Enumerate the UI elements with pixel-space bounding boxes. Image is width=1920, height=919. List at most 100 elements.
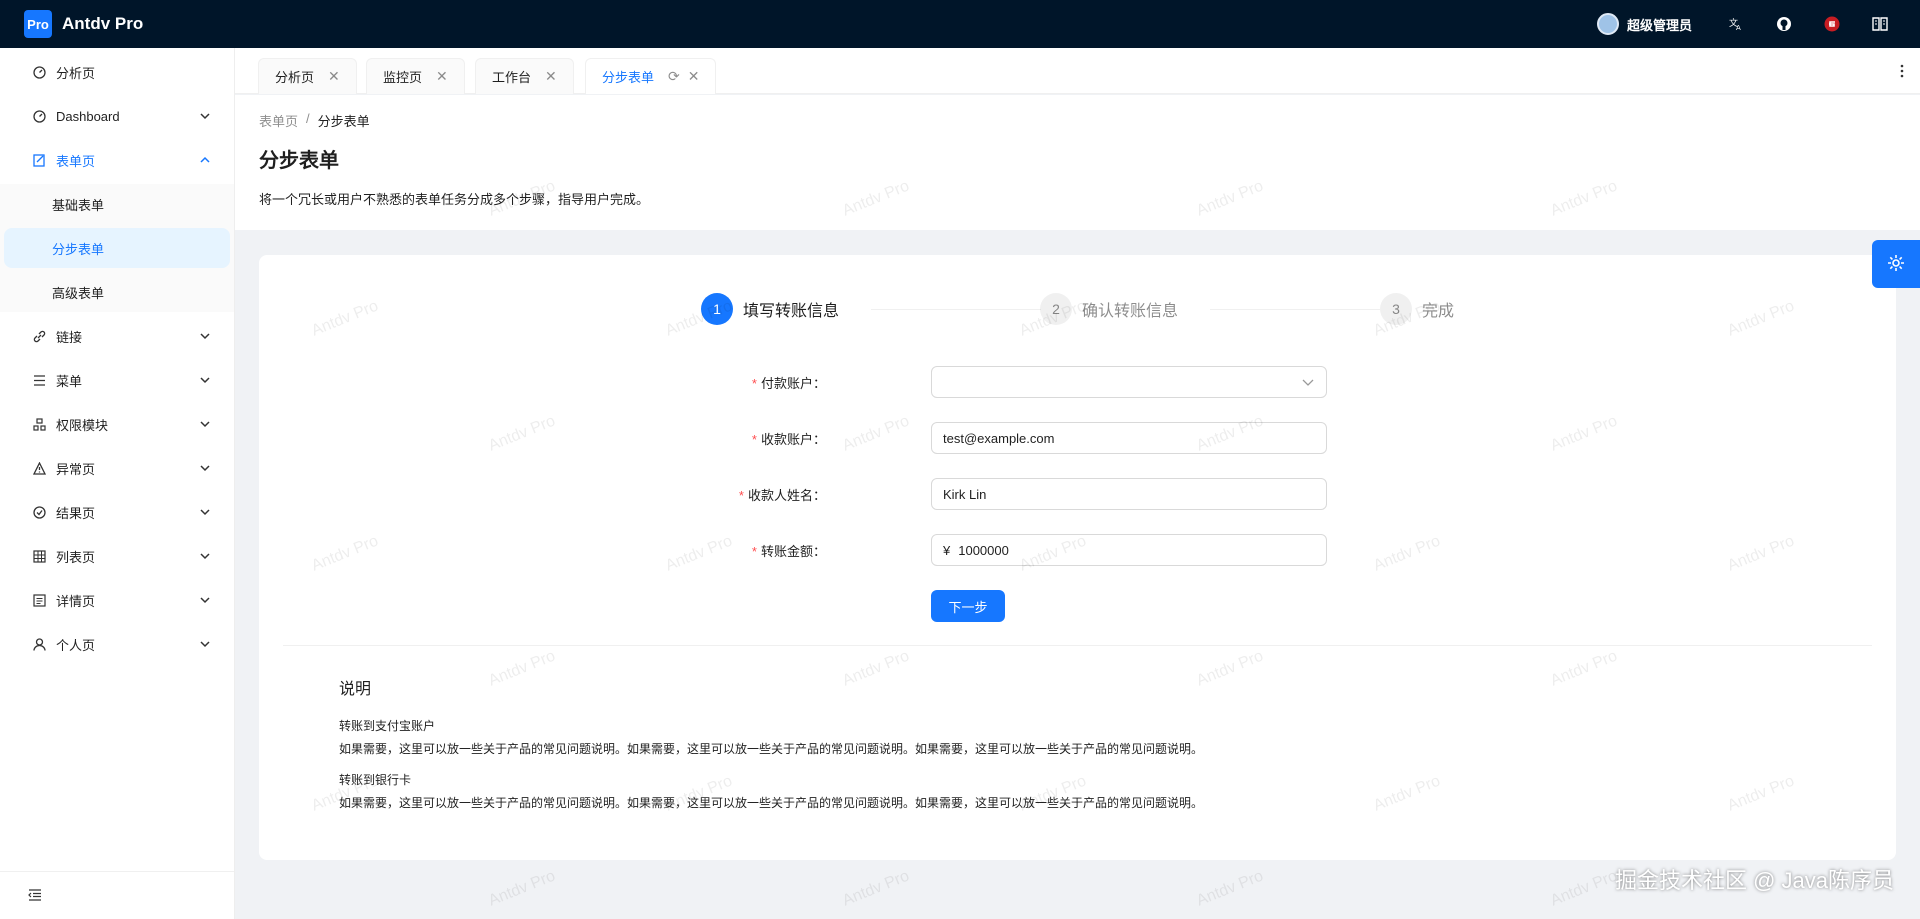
explanation-title: 说明 — [339, 681, 372, 698]
step-title: 填写转账信息 — [743, 303, 840, 320]
setting-drawer-button[interactable] — [1872, 240, 1920, 288]
sidebar-item-result[interactable]: 结果页 — [4, 492, 230, 532]
page-title: 分步表单 — [259, 150, 339, 172]
app-title: Antdv Pro — [62, 14, 144, 33]
chevron-down-icon — [200, 549, 210, 564]
amount-label: * 转账金额： — [751, 544, 826, 559]
close-icon[interactable]: ✕ — [545, 68, 557, 85]
book-icon[interactable] — [1856, 0, 1904, 48]
user-menu[interactable]: 超级管理员 — [1596, 13, 1692, 35]
table-icon — [32, 549, 46, 563]
reload-icon[interactable]: ⟳ — [668, 68, 680, 85]
close-icon[interactable]: ✕ — [328, 68, 340, 85]
brand[interactable]: Pro Antdv Pro — [24, 10, 143, 38]
form-row-pay-account: * 付款账户： — [259, 366, 1896, 398]
step-title: 完成 — [1422, 303, 1455, 320]
sidebar-item-label: 表单页 — [56, 153, 96, 169]
link-icon — [32, 329, 46, 343]
sidebar-subitem-step-form[interactable]: 分步表单 — [4, 228, 230, 268]
user-name: 超级管理员 — [1626, 17, 1692, 33]
divider — [283, 645, 1872, 646]
breadcrumb: 表单页 / 分步表单 — [259, 111, 1896, 130]
form-row-receiver-name: * 收款人姓名： Kirk Lin — [259, 478, 1896, 510]
chevron-down-icon — [200, 329, 210, 344]
page-description: 将一个冗长或用户不熟悉的表单任务分成多个步骤，指导用户完成。 — [259, 192, 650, 207]
tab-step-form[interactable]: 分步表单 ⟳ ✕ — [585, 58, 717, 94]
form-submenu: 基础表单 分步表单 高级表单 — [0, 184, 234, 312]
explanation-heading: 转账到银行卡 — [339, 773, 412, 787]
sidebar-item-dashboard[interactable]: Dashboard — [4, 96, 230, 136]
steps: 1 填写转账信息 2 确认转账信息 3 完成 — [701, 293, 1471, 327]
input-value: test@example.com — [943, 430, 1055, 446]
amount-input[interactable]: ¥ 1000000 — [931, 534, 1327, 566]
step-1: 1 填写转账信息 — [701, 293, 839, 325]
sidebar-item-label: Dashboard — [56, 108, 120, 124]
next-step-button[interactable]: 下一步 — [931, 590, 1005, 622]
sidebar-item-label: 列表页 — [56, 549, 96, 565]
footer-watermark: 掘金技术社区 @ Java陈序员 — [1614, 868, 1894, 893]
form-row-amount: * 转账金额： ¥ 1000000 — [259, 534, 1896, 566]
form-row-receive-account: * 收款账户： test@example.com — [259, 422, 1896, 454]
chevron-down-icon — [1302, 376, 1314, 391]
chevron-up-icon — [200, 153, 210, 168]
chevron-down-icon — [200, 417, 210, 432]
step-number: 3 — [1380, 293, 1412, 325]
step-3: 3 完成 — [1380, 293, 1454, 325]
sidebar-item-menu[interactable]: 菜单 — [4, 360, 230, 400]
chevron-down-icon — [200, 461, 210, 476]
sidebar: 分析页 Dashboard 表单页 基础表单 分步表单 高级表单 链接 菜单 权… — [0, 48, 235, 919]
pay-account-select[interactable] — [931, 366, 1327, 398]
collapse-sidebar-button[interactable] — [0, 871, 234, 919]
watermark-text: Antdv Pro — [486, 867, 558, 910]
more-vertical-icon[interactable] — [1900, 64, 1904, 81]
explanation: 说明 转账到支付宝账户 如果需要，这里可以放一些关于产品的常见问题说明。如果需要… — [339, 675, 1203, 825]
close-icon[interactable]: ✕ — [436, 68, 448, 85]
watermark-text: Antdv Pro — [840, 867, 912, 910]
explanation-text: 如果需要，这里可以放一些关于产品的常见问题说明。如果需要，这里可以放一些关于产品… — [339, 796, 1204, 810]
receive-account-label: * 收款账户： — [751, 432, 826, 447]
app-logo: Pro — [24, 10, 52, 38]
step-2: 2 确认转账信息 — [1040, 293, 1178, 325]
step-number: 1 — [701, 293, 733, 325]
receive-account-input[interactable]: test@example.com — [931, 422, 1327, 454]
watermark-text: Antdv Pro — [1548, 867, 1620, 910]
tab-label: 分析页 — [275, 70, 315, 85]
step-number: 2 — [1040, 293, 1072, 325]
gitee-icon[interactable] — [1808, 0, 1856, 48]
sidebar-subitem-advanced-form[interactable]: 高级表单 — [4, 272, 230, 312]
sidebar-item-link[interactable]: 链接 — [4, 316, 230, 356]
sidebar-item-list[interactable]: 列表页 — [4, 536, 230, 576]
sidebar-subitem-basic-form[interactable]: 基础表单 — [4, 184, 230, 224]
sidebar-item-permission[interactable]: 权限模块 — [4, 404, 230, 444]
watermark-text: Antdv Pro — [1194, 867, 1266, 910]
close-icon[interactable]: ✕ — [688, 68, 700, 85]
github-icon[interactable] — [1760, 0, 1808, 48]
sidebar-item-label: 链接 — [56, 329, 83, 345]
page-header: 表单页 / 分步表单 分步表单 将一个冗长或用户不熟悉的表单任务分成多个步骤，指… — [235, 95, 1920, 230]
user-icon — [32, 637, 46, 651]
breadcrumb-item[interactable]: 表单页 — [259, 111, 298, 130]
sidebar-item-profile[interactable]: 详情页 — [4, 580, 230, 620]
sidebar-item-label: 个人页 — [56, 637, 96, 653]
translate-icon[interactable]: 文A — [1712, 0, 1760, 48]
sidebar-item-account[interactable]: 个人页 — [4, 624, 230, 664]
step-connector — [1210, 309, 1380, 310]
sidebar-item-label: 结果页 — [56, 505, 96, 521]
tab-analysis[interactable]: 分析页 ✕ — [258, 58, 357, 94]
sidebar-item-label: 异常页 — [56, 461, 96, 477]
tab-monitor[interactable]: 监控页 ✕ — [366, 58, 465, 94]
profile-icon — [32, 593, 46, 607]
step-connector — [871, 309, 1041, 310]
receiver-name-input[interactable]: Kirk Lin — [931, 478, 1327, 510]
pay-account-label: * 付款账户： — [751, 376, 826, 391]
explanation-heading: 转账到支付宝账户 — [339, 719, 436, 733]
sidebar-item-form[interactable]: 表单页 — [4, 140, 230, 180]
multi-tab-bar: 分析页 ✕ 监控页 ✕ 工作台 ✕ 分步表单 ⟳ ✕ — [235, 48, 1920, 94]
tab-workplace[interactable]: 工作台 ✕ — [475, 58, 574, 94]
cluster-icon — [32, 417, 46, 431]
sidebar-item-analysis[interactable]: 分析页 — [4, 52, 230, 92]
sidebar-item-exception[interactable]: 异常页 — [4, 448, 230, 488]
input-value: 1000000 — [958, 542, 1009, 558]
sidebar-item-label: 权限模块 — [56, 417, 109, 433]
svg-text:A: A — [1736, 24, 1741, 31]
